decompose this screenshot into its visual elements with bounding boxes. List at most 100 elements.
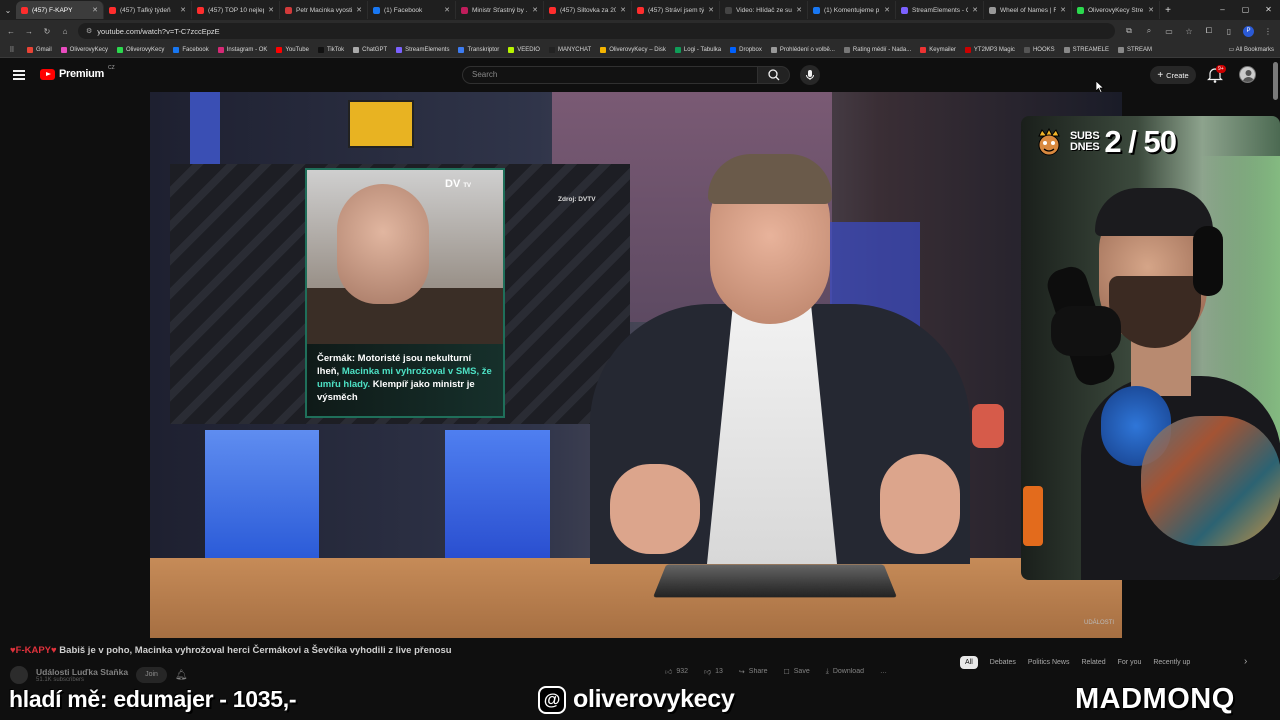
bookmark-item[interactable]: Instagram - OK [217, 46, 267, 53]
hamburger-menu-icon[interactable] [13, 70, 25, 80]
bookmark-item[interactable]: VEEDIO [508, 46, 540, 53]
channel-name[interactable]: Události Luďka Staňka [36, 667, 128, 677]
chevron-right-icon[interactable]: › [1244, 656, 1247, 667]
filter-chip[interactable]: Related [1081, 656, 1105, 669]
bookmark-item[interactable]: Facebook [173, 46, 209, 53]
all-bookmarks-button[interactable]: ▭ All Bookmarks [1220, 42, 1274, 57]
bookmark-item[interactable]: YT2MP3 Magic [964, 46, 1015, 53]
browser-tab[interactable]: (457) Stráví jsem tý ✕ [632, 1, 720, 19]
bookmark-item[interactable]: MANYCHAT [548, 46, 591, 53]
close-window-icon[interactable]: ✕ [1257, 0, 1280, 20]
browser-tab[interactable]: Petr Macinka vyosti ✕ [280, 1, 368, 19]
like-button[interactable]: 👍︎ 932 [665, 667, 688, 676]
reload-icon[interactable]: ↻ [42, 27, 52, 36]
bookmark-item[interactable]: Transkriptor [458, 46, 499, 53]
filter-chip[interactable]: For you [1118, 656, 1142, 669]
create-button[interactable]: + Create [1150, 66, 1196, 84]
filter-chip[interactable]: All [960, 656, 978, 669]
youtube-premium-logo[interactable]: Premium CZ [40, 65, 115, 80]
home-icon[interactable]: ⌂ [60, 27, 70, 36]
close-tab-icon[interactable]: ✕ [972, 6, 978, 14]
bookmark-item[interactable]: StreamElements [396, 46, 449, 53]
threads-icon: @ [538, 685, 566, 714]
bookmark-item[interactable]: Prohlédení o volbě... [770, 46, 835, 53]
extensions-icon[interactable]: ⧠ [1203, 26, 1215, 36]
close-tab-icon[interactable]: ✕ [356, 6, 362, 14]
close-tab-icon[interactable]: ✕ [1060, 6, 1066, 14]
browser-tab[interactable]: Ministr Šťastný by ... ✕ [456, 1, 544, 19]
filter-chip[interactable]: Recently up [1153, 656, 1190, 669]
bookmark-item[interactable]: Rating médií - Nada... [843, 46, 911, 53]
bookmark-star-icon[interactable]: ☆ [1183, 27, 1195, 36]
account-avatar[interactable] [1239, 66, 1256, 83]
cast-icon[interactable]: ▭ [1163, 27, 1175, 36]
site-info-icon[interactable]: ⚙ [86, 27, 92, 35]
close-tab-icon[interactable]: ✕ [92, 6, 98, 14]
search-button[interactable] [757, 66, 790, 84]
page-scrollbar[interactable] [1273, 62, 1278, 100]
browser-profile-avatar[interactable]: P [1243, 25, 1254, 37]
join-button[interactable]: Join [136, 667, 167, 683]
back-icon[interactable]: ← [6, 27, 16, 36]
browser-tab[interactable]: (1) Komentujeme p ✕ [808, 1, 896, 19]
new-tab-button[interactable]: + [1160, 5, 1176, 16]
bookmark-item[interactable]: HOOKS [1023, 46, 1055, 53]
apps-grid-icon[interactable]: ⠿ [6, 46, 18, 54]
interviewee-portrait [337, 184, 429, 304]
download-button[interactable]: ⤓ Download [826, 668, 864, 676]
bookmark-item[interactable]: OliverovyKecy [117, 46, 164, 53]
dislike-button[interactable]: 👎︎ 13 [704, 667, 723, 676]
browser-tab[interactable]: Wheel of Names | F ✕ [984, 1, 1072, 19]
notification-bell-small-icon[interactable]: 🔔︎ [175, 670, 188, 681]
voice-search-button[interactable] [800, 65, 820, 85]
bookmark-item[interactable]: TikTok [317, 46, 344, 53]
browser-tab[interactable]: (457) TOP 10 nejlepš ✕ [192, 1, 280, 19]
filter-chip[interactable]: Politics News [1028, 656, 1070, 669]
close-tab-icon[interactable]: ✕ [708, 6, 714, 14]
browser-tab[interactable]: StreamElements - C ✕ [896, 1, 984, 19]
close-tab-icon[interactable]: ✕ [1148, 6, 1154, 14]
close-tab-icon[interactable]: ✕ [532, 6, 538, 14]
close-tab-icon[interactable]: ✕ [884, 6, 890, 14]
window-controls: – ▢ ✕ [1211, 0, 1280, 20]
sidebar-icon[interactable]: ▯ [1223, 27, 1235, 36]
zoom-icon[interactable]: ⌕ [1143, 26, 1155, 36]
close-tab-icon[interactable]: ✕ [268, 6, 274, 14]
bookmark-item[interactable]: Keymailer [920, 46, 956, 53]
channel-avatar[interactable] [10, 666, 28, 684]
browser-tab[interactable]: (457) F-KAPY ✕ [16, 1, 104, 19]
translate-icon[interactable]: ⧉ [1123, 26, 1135, 36]
browser-tab[interactable]: (457) Ťafký týdeň ✕ [104, 1, 192, 19]
browser-tab[interactable]: (1) Facebook ✕ [368, 1, 456, 19]
bookmark-item[interactable]: STREAMELE [1063, 46, 1109, 53]
bookmark-item[interactable]: OliverovyKecy – Disk [600, 46, 666, 53]
bookmark-item[interactable]: Gmail [27, 46, 52, 53]
bookmark-item[interactable]: STREAM [1117, 46, 1152, 53]
save-button[interactable]: ☐ Save [783, 668, 809, 676]
close-tab-icon[interactable]: ✕ [180, 6, 186, 14]
tab-search-icon[interactable]: ⌄ [0, 1, 16, 19]
share-button[interactable]: ↪ Share [739, 668, 768, 676]
filter-chip[interactable]: Debates [990, 656, 1016, 669]
video-player[interactable]: DV TV Čermák: Motoristé jsou nekulturní … [150, 92, 1122, 638]
url-field[interactable]: ⚙ youtube.com/watch?v=T-C7zccEpzE [78, 23, 1115, 39]
more-actions-button[interactable]: … [880, 668, 887, 675]
browser-tab[interactable]: (457) Šiltovka za 20 ✕ [544, 1, 632, 19]
minimize-icon[interactable]: – [1211, 0, 1234, 20]
bookmark-item[interactable]: Logi - Tabulka [674, 46, 721, 53]
streamer-webcam [1021, 116, 1280, 580]
bookmark-item[interactable]: OliverovyKecy [60, 46, 108, 53]
close-tab-icon[interactable]: ✕ [796, 6, 802, 14]
search-input[interactable]: Search [462, 66, 758, 84]
browser-menu-icon[interactable]: ⋮ [1262, 27, 1274, 36]
bookmark-item[interactable]: Dropbox [730, 46, 762, 53]
maximize-icon[interactable]: ▢ [1234, 0, 1257, 20]
browser-tab[interactable]: OliverovyKecy Stre ✕ [1072, 1, 1160, 19]
search-icon [768, 69, 780, 81]
close-tab-icon[interactable]: ✕ [444, 6, 450, 14]
forward-icon[interactable]: → [24, 27, 34, 36]
bookmark-item[interactable]: ChatGPT [353, 46, 387, 53]
close-tab-icon[interactable]: ✕ [620, 6, 626, 14]
bookmark-item[interactable]: YouTube [276, 46, 309, 53]
browser-tab[interactable]: Video: Hlídač ze sup ✕ [720, 1, 808, 19]
